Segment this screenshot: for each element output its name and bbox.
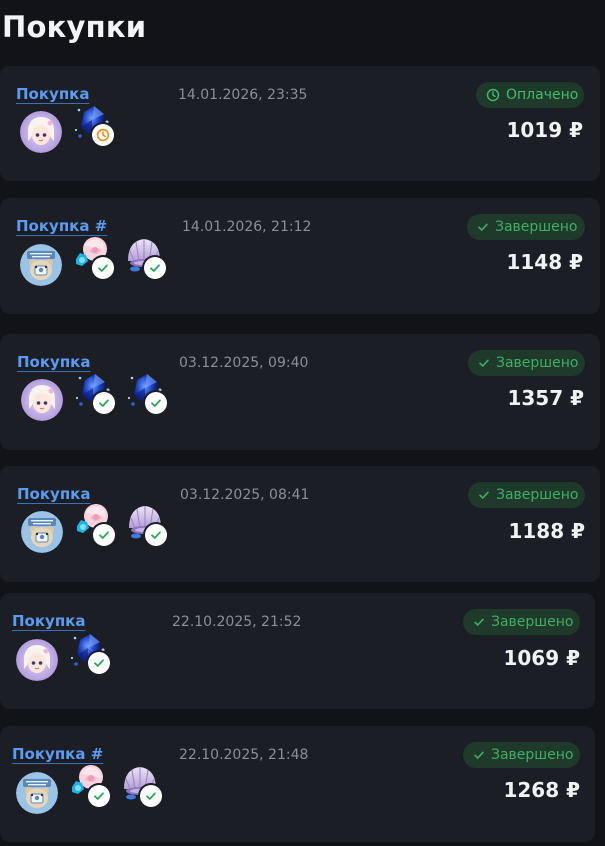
purchase-price: 1148 ₽ — [506, 250, 583, 274]
girl-avatar — [21, 379, 63, 421]
done-check-icon — [144, 257, 166, 279]
purchase-price: 1357 ₽ — [507, 386, 584, 410]
purchase-price: 1268 ₽ — [503, 778, 580, 802]
done-check-icon — [92, 257, 114, 279]
pending-clock-icon — [92, 124, 114, 146]
done-check-icon — [93, 392, 115, 414]
purchase-date: 14.01.2026, 23:35 — [178, 87, 308, 103]
purchase-card[interactable]: Покупка 14.01.2026, 23:35 Оплачено 1019 ₽ — [0, 66, 600, 181]
purchase-date: 03.12.2025, 09:40 — [179, 355, 309, 371]
bear-avatar — [21, 511, 63, 553]
purchase-card[interactable]: Покупка 03.12.2025, 09:40 Завершено 1357… — [0, 334, 600, 450]
page-title: Покупки — [2, 10, 147, 44]
clock-icon — [486, 88, 500, 102]
purchases-page: Покупки Покупка 14.01.2026, 23:35 Оплачено… — [0, 0, 605, 846]
check-icon — [478, 488, 490, 502]
purchase-card[interactable]: Покупка 22.10.2025, 21:52 Завершено 1069 ₽ — [0, 593, 595, 709]
bear-avatar — [16, 772, 58, 814]
done-check-icon — [145, 524, 167, 546]
purchase-card[interactable]: Покупка 03.12.2025, 08:41 Завершено 1188 ₽ — [0, 466, 600, 582]
check-icon — [473, 615, 485, 629]
status-badge: Завершено — [467, 214, 585, 240]
status-text: Завершено — [496, 355, 579, 371]
done-check-icon — [88, 652, 110, 674]
purchase-date: 22.10.2025, 21:52 — [172, 614, 302, 630]
status-badge: Оплачено — [476, 82, 584, 108]
check-icon — [477, 220, 489, 234]
purchase-price: 1019 ₽ — [506, 118, 583, 142]
bear-avatar — [20, 244, 62, 286]
done-check-icon — [93, 524, 115, 546]
status-badge: Завершено — [468, 350, 585, 376]
status-text: Завершено — [495, 219, 578, 235]
purchase-price: 1188 ₽ — [508, 519, 585, 543]
girl-avatar — [16, 639, 58, 681]
purchase-date: 03.12.2025, 08:41 — [180, 487, 310, 503]
status-badge: Завершено — [463, 609, 580, 635]
purchase-card[interactable]: Покупка #14.01.2026, 21:12 Завершено 1148… — [0, 198, 600, 314]
purchase-date: 22.10.2025, 21:48 — [179, 747, 309, 763]
done-check-icon — [145, 392, 167, 414]
done-check-icon — [88, 785, 110, 807]
girl-avatar — [20, 111, 62, 153]
status-badge: Завершено — [468, 482, 585, 508]
status-text: Оплачено — [506, 87, 579, 103]
status-text: Завершено — [491, 614, 574, 630]
status-text: Завершено — [491, 747, 574, 763]
status-badge: Завершено — [463, 742, 580, 768]
purchase-date: 14.01.2026, 21:12 — [182, 219, 312, 235]
purchase-price: 1069 ₽ — [503, 646, 580, 670]
done-check-icon — [140, 785, 162, 807]
check-icon — [478, 356, 490, 370]
status-text: Завершено — [496, 487, 579, 503]
purchase-card[interactable]: Покупка #22.10.2025, 21:48 Завершено 1268… — [0, 726, 595, 842]
check-icon — [473, 748, 485, 762]
